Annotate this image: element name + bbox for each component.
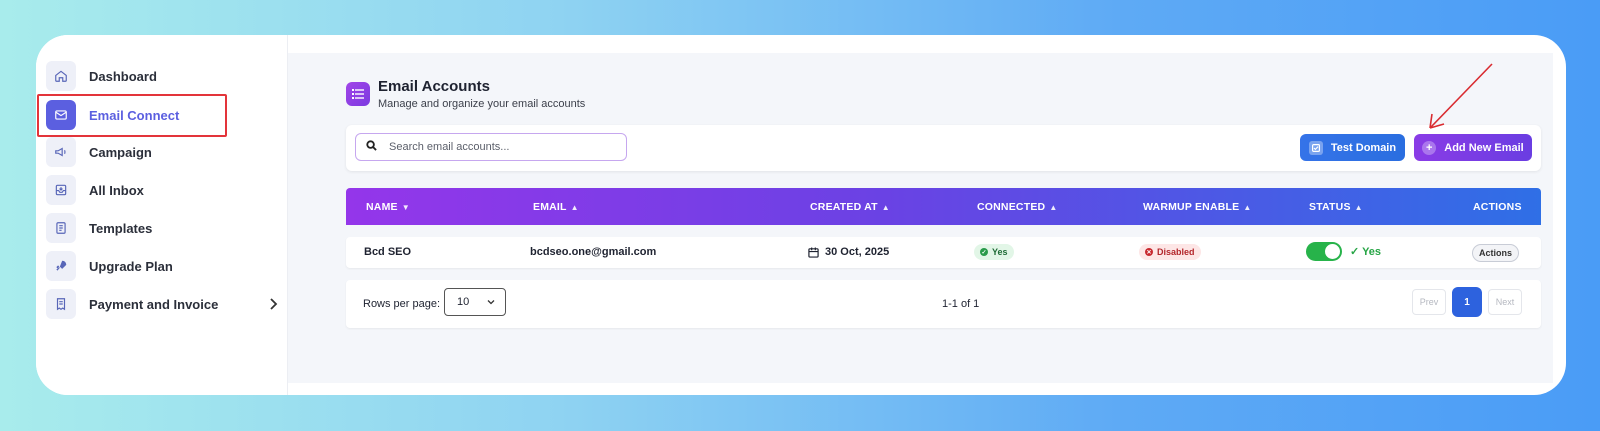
x-circle-icon: ✕ bbox=[1145, 248, 1153, 256]
add-new-email-button[interactable]: + Add New Email bbox=[1414, 134, 1532, 161]
sidebar-item-label: Campaign bbox=[89, 144, 152, 160]
table-header: NAME ▼ EMAIL ▲ CREATED AT ▲ CONNECTED ▲ WARM… bbox=[346, 188, 1541, 225]
check-icon: ✓ bbox=[1350, 246, 1360, 258]
sidebar-item-label: Dashboard bbox=[89, 68, 157, 84]
chevron-right-icon[interactable] bbox=[268, 297, 278, 315]
column-header-actions: ACTIONS bbox=[1473, 201, 1522, 213]
cell-email: bcdseo.one@gmail.com bbox=[530, 246, 657, 258]
sort-up-icon: ▲ bbox=[1049, 203, 1058, 212]
sidebar-item-payment-and-invoice[interactable]: Payment and Invoice bbox=[46, 285, 278, 323]
megaphone-icon bbox=[46, 137, 76, 167]
toolbar: Test Domain + Add New Email bbox=[346, 125, 1541, 171]
search-icon bbox=[366, 138, 377, 156]
page-subtitle: Manage and organize your email accounts bbox=[378, 98, 586, 110]
sort-up-icon: ▲ bbox=[570, 203, 579, 212]
list-icon bbox=[346, 82, 370, 106]
sort-up-icon: ▲ bbox=[1243, 203, 1252, 212]
sidebar-item-label: All Inbox bbox=[89, 182, 144, 198]
status-toggle[interactable] bbox=[1306, 242, 1342, 261]
column-header-created-at[interactable]: CREATED AT ▲ bbox=[810, 201, 890, 213]
cell-name: Bcd SEO bbox=[364, 246, 412, 258]
column-header-name[interactable]: NAME ▼ bbox=[366, 201, 410, 213]
search-box[interactable] bbox=[355, 133, 627, 161]
rows-per-page-label: Rows per page: bbox=[363, 298, 441, 310]
plus-icon: + bbox=[1422, 140, 1437, 155]
warmup-badge: ✕ Disabled bbox=[1139, 244, 1201, 260]
actions-button[interactable]: Actions bbox=[1472, 244, 1519, 262]
receipt-icon bbox=[46, 289, 76, 319]
page-title: Email Accounts bbox=[378, 78, 490, 95]
sidebar-item-label: Payment and Invoice bbox=[89, 296, 219, 312]
sort-up-icon: ▲ bbox=[1354, 203, 1363, 212]
add-new-email-label: Add New Email bbox=[1444, 141, 1524, 154]
inbox-icon bbox=[46, 175, 76, 205]
sidebar-item-dashboard[interactable]: Dashboard bbox=[46, 57, 278, 95]
app-window: Dashboard Email Connect Campaign All Inb… bbox=[36, 35, 1566, 395]
status-text: ✓ Yes bbox=[1350, 246, 1382, 258]
table-row[interactable]: Bcd SEO bcdseo.one@gmail.com 30 Oct, 202… bbox=[346, 237, 1541, 268]
column-header-status[interactable]: STATUS ▲ bbox=[1309, 201, 1363, 213]
annotation-highlight-box bbox=[37, 94, 227, 137]
sidebar-item-templates[interactable]: Templates bbox=[46, 209, 278, 247]
search-input[interactable] bbox=[389, 141, 599, 153]
test-domain-button[interactable]: Test Domain bbox=[1300, 134, 1405, 161]
rows-per-page-select[interactable]: 10 bbox=[444, 288, 506, 316]
next-page-button[interactable]: Next bbox=[1488, 289, 1522, 315]
current-page-button[interactable]: 1 bbox=[1452, 287, 1482, 317]
main-content: Email Accounts Manage and organize your … bbox=[288, 53, 1553, 383]
rocket-icon bbox=[46, 251, 76, 281]
column-header-email[interactable]: EMAIL ▲ bbox=[533, 201, 579, 213]
check-square-icon bbox=[1308, 140, 1323, 155]
sort-down-icon: ▼ bbox=[401, 203, 410, 212]
calendar-icon bbox=[808, 246, 819, 258]
connected-badge: ✓ Yes bbox=[974, 244, 1014, 260]
test-domain-label: Test Domain bbox=[1330, 141, 1397, 154]
column-header-warmup-enable[interactable]: WARMUP ENABLE ▲ bbox=[1143, 201, 1251, 213]
sidebar: Dashboard Email Connect Campaign All Inb… bbox=[36, 35, 288, 395]
sidebar-item-campaign[interactable]: Campaign bbox=[46, 133, 278, 171]
sidebar-item-all-inbox[interactable]: All Inbox bbox=[46, 171, 278, 209]
sidebar-item-upgrade-plan[interactable]: Upgrade Plan bbox=[46, 247, 278, 285]
cell-created-at: 30 Oct, 2025 bbox=[808, 246, 889, 258]
annotation-arrow-icon bbox=[1429, 63, 1493, 129]
column-header-connected[interactable]: CONNECTED ▲ bbox=[977, 201, 1057, 213]
sort-up-icon: ▲ bbox=[881, 203, 890, 212]
prev-page-button[interactable]: Prev bbox=[1412, 289, 1446, 315]
pagination-range: 1-1 of 1 bbox=[942, 298, 980, 310]
document-icon bbox=[46, 213, 76, 243]
check-icon: ✓ bbox=[980, 248, 988, 256]
home-icon bbox=[46, 61, 76, 91]
pagination-bar: Rows per page: 10 1-1 of 1 Prev 1 Next bbox=[346, 280, 1541, 328]
chevron-down-icon bbox=[486, 297, 496, 310]
sidebar-item-label: Templates bbox=[89, 220, 153, 236]
sidebar-item-label: Upgrade Plan bbox=[89, 258, 173, 274]
